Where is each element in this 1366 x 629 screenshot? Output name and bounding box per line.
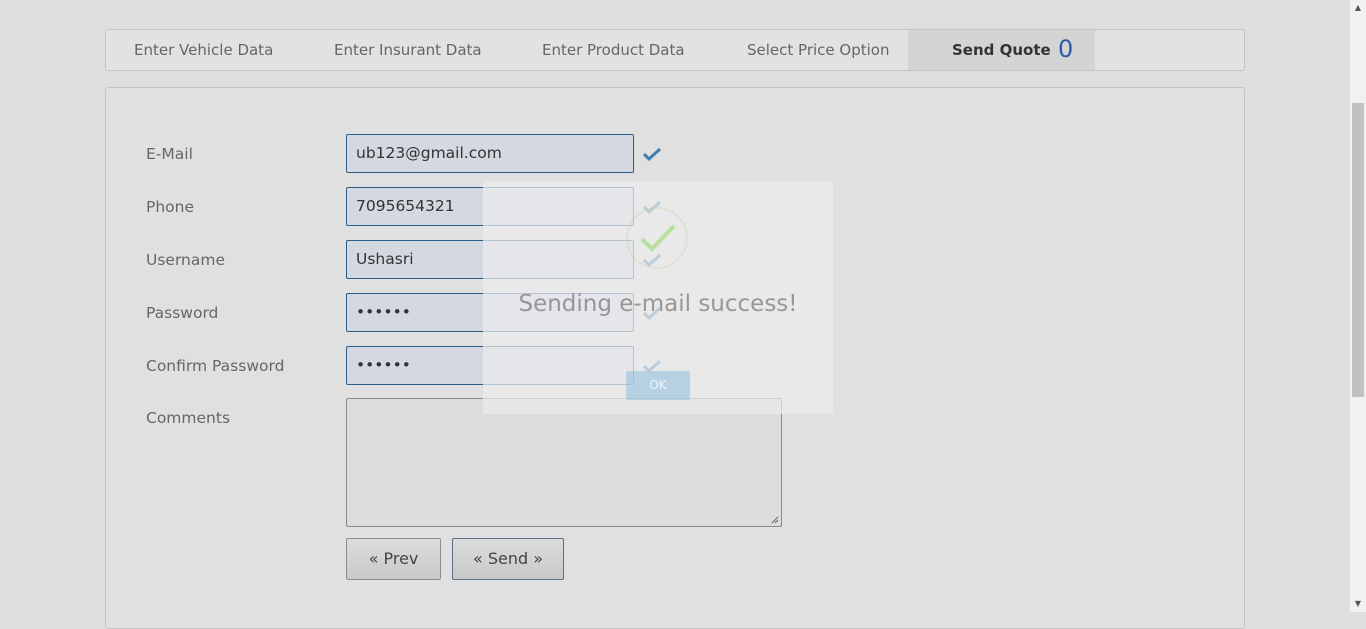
success-icon (626, 207, 688, 269)
email-valid-check-icon (643, 147, 661, 161)
prev-button[interactable]: « Prev (346, 538, 441, 580)
scroll-up-arrow-icon[interactable]: ▲ (1350, 0, 1366, 16)
email-field[interactable]: ub123@gmail.com (346, 134, 634, 173)
send-button[interactable]: « Send » (452, 538, 564, 580)
tab-send-quote-count: 0 (1058, 35, 1074, 63)
success-modal: Sending e-mail success! OK (483, 181, 833, 414)
email-label: E-Mail (146, 145, 193, 163)
tab-enter-vehicle-data[interactable]: Enter Vehicle Data (134, 30, 273, 70)
modal-title: Sending e-mail success! (518, 291, 798, 317)
modal-ok-button[interactable]: OK (626, 371, 690, 400)
phone-label: Phone (146, 198, 195, 216)
tab-enter-insurant-data[interactable]: Enter Insurant Data (334, 30, 482, 70)
scroll-down-arrow-icon[interactable]: ▼ (1350, 596, 1366, 612)
confirm-password-label: Confirm Password (146, 357, 285, 375)
tab-enter-product-data[interactable]: Enter Product Data (542, 30, 685, 70)
comments-textarea[interactable] (346, 398, 782, 527)
resize-grip-icon[interactable] (771, 516, 779, 524)
tab-select-price-option[interactable]: Select Price Option (747, 30, 889, 70)
scrollbar-thumb[interactable] (1352, 103, 1364, 397)
success-checkmark-icon (640, 224, 676, 252)
tab-send-quote-label: Send Quote (952, 41, 1051, 59)
password-label: Password (146, 304, 219, 322)
tab-send-quote[interactable]: Send Quote 0 (908, 30, 1095, 70)
username-label: Username (146, 251, 226, 269)
comments-label: Comments (146, 409, 231, 427)
wizard-tabs: Enter Vehicle Data Enter Insurant Data E… (105, 29, 1245, 71)
page-scrollbar[interactable]: ▲ ▼ (1350, 0, 1366, 612)
